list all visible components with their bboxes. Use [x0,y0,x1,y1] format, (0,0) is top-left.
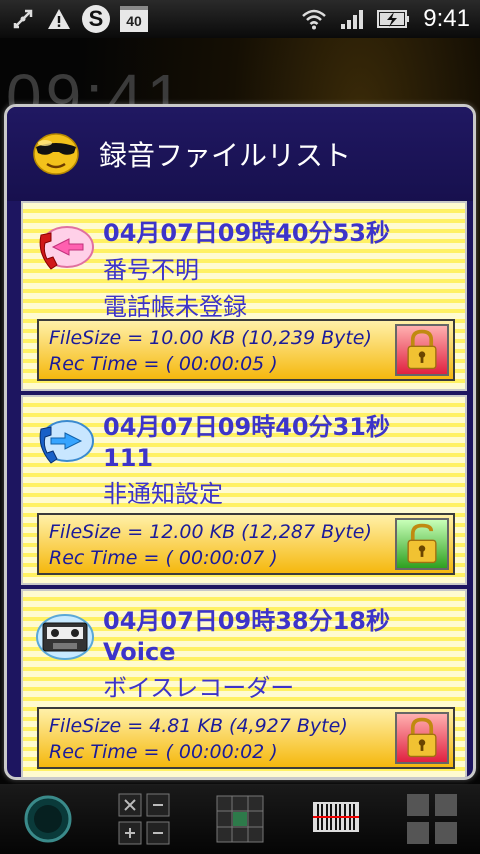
recording-list-dialog: 録音ファイルリスト 04月07日09時40分53秒 番号不明 電話帳未登録 Fi… [4,104,476,780]
file-size: FileSize = 4.81 KB (4,927 Byte) [49,715,348,737]
caller-number: Voice [103,638,176,666]
padlock-unlocked-icon [397,520,447,568]
recording-info-box: FileSize = 12.00 KB (12,287 Byte) Rec Ti… [37,513,455,575]
dialog-title: 録音ファイルリスト [99,139,352,172]
recording-item[interactable]: 04月07日09時38分18秒 Voice ボイスレコーダー FileSize … [21,589,467,777]
recording-item[interactable]: 04月07日09時40分53秒 番号不明 電話帳未登録 FileSize = 1… [21,201,467,391]
wifi-icon [301,6,327,32]
caller-number: 番号不明 [103,256,199,284]
status-clock: 9:41 [423,5,470,32]
caller-number: 111 [103,444,154,472]
incoming-call-icon [35,223,95,279]
rec-time: Rec Time = ( 00:00:05 ) [49,353,278,375]
recording-item[interactable]: 04月07日09時40分31秒 111 非通知設定 FileSize = 12.… [21,395,467,585]
caller-name: 電話帳未登録 [103,293,247,321]
cassette-tape-icon [35,611,95,667]
caller-name: ボイスレコーダー [103,674,295,702]
caller-name: 非通知設定 [103,480,223,508]
recording-datetime: 04月07日09時40分53秒 [103,219,390,247]
barcode-scanner-icon[interactable] [309,792,363,846]
status-bar: S 40 9:41 [0,0,480,38]
home-dock [0,784,480,854]
warning-icon [46,6,72,32]
rec-time: Rec Time = ( 00:00:02 ) [49,741,278,763]
sudoku-game-icon[interactable] [213,792,267,846]
rec-time: Rec Time = ( 00:00:07 ) [49,547,278,569]
outgoing-call-icon [35,417,95,473]
recording-info-box: FileSize = 10.00 KB (10,239 Byte) Rec Ti… [37,319,455,381]
file-size: FileSize = 10.00 KB (10,239 Byte) [49,327,372,349]
skype-icon: S [82,5,110,33]
battery-charging-icon [377,6,411,32]
padlock-locked-icon [397,714,447,762]
lock-toggle-button[interactable] [395,518,449,570]
calendar-icon: 40 [120,6,148,32]
clock-widget-icon[interactable] [21,792,75,846]
padlock-locked-icon [397,326,447,374]
sunglasses-smiley-icon [31,127,81,181]
lock-toggle-button[interactable] [395,712,449,764]
usb-debug-icon [10,6,36,32]
recording-info-box: FileSize = 4.81 KB (4,927 Byte) Rec Time… [37,707,455,769]
calculator-icon[interactable] [117,792,171,846]
lock-toggle-button[interactable] [395,324,449,376]
app-grid-icon[interactable] [405,792,459,846]
file-size: FileSize = 12.00 KB (12,287 Byte) [49,521,372,543]
signal-icon [339,6,365,32]
dialog-header: 録音ファイルリスト [7,107,473,201]
recording-datetime: 04月07日09時40分31秒 [103,413,390,441]
recording-datetime: 04月07日09時38分18秒 [103,607,390,635]
